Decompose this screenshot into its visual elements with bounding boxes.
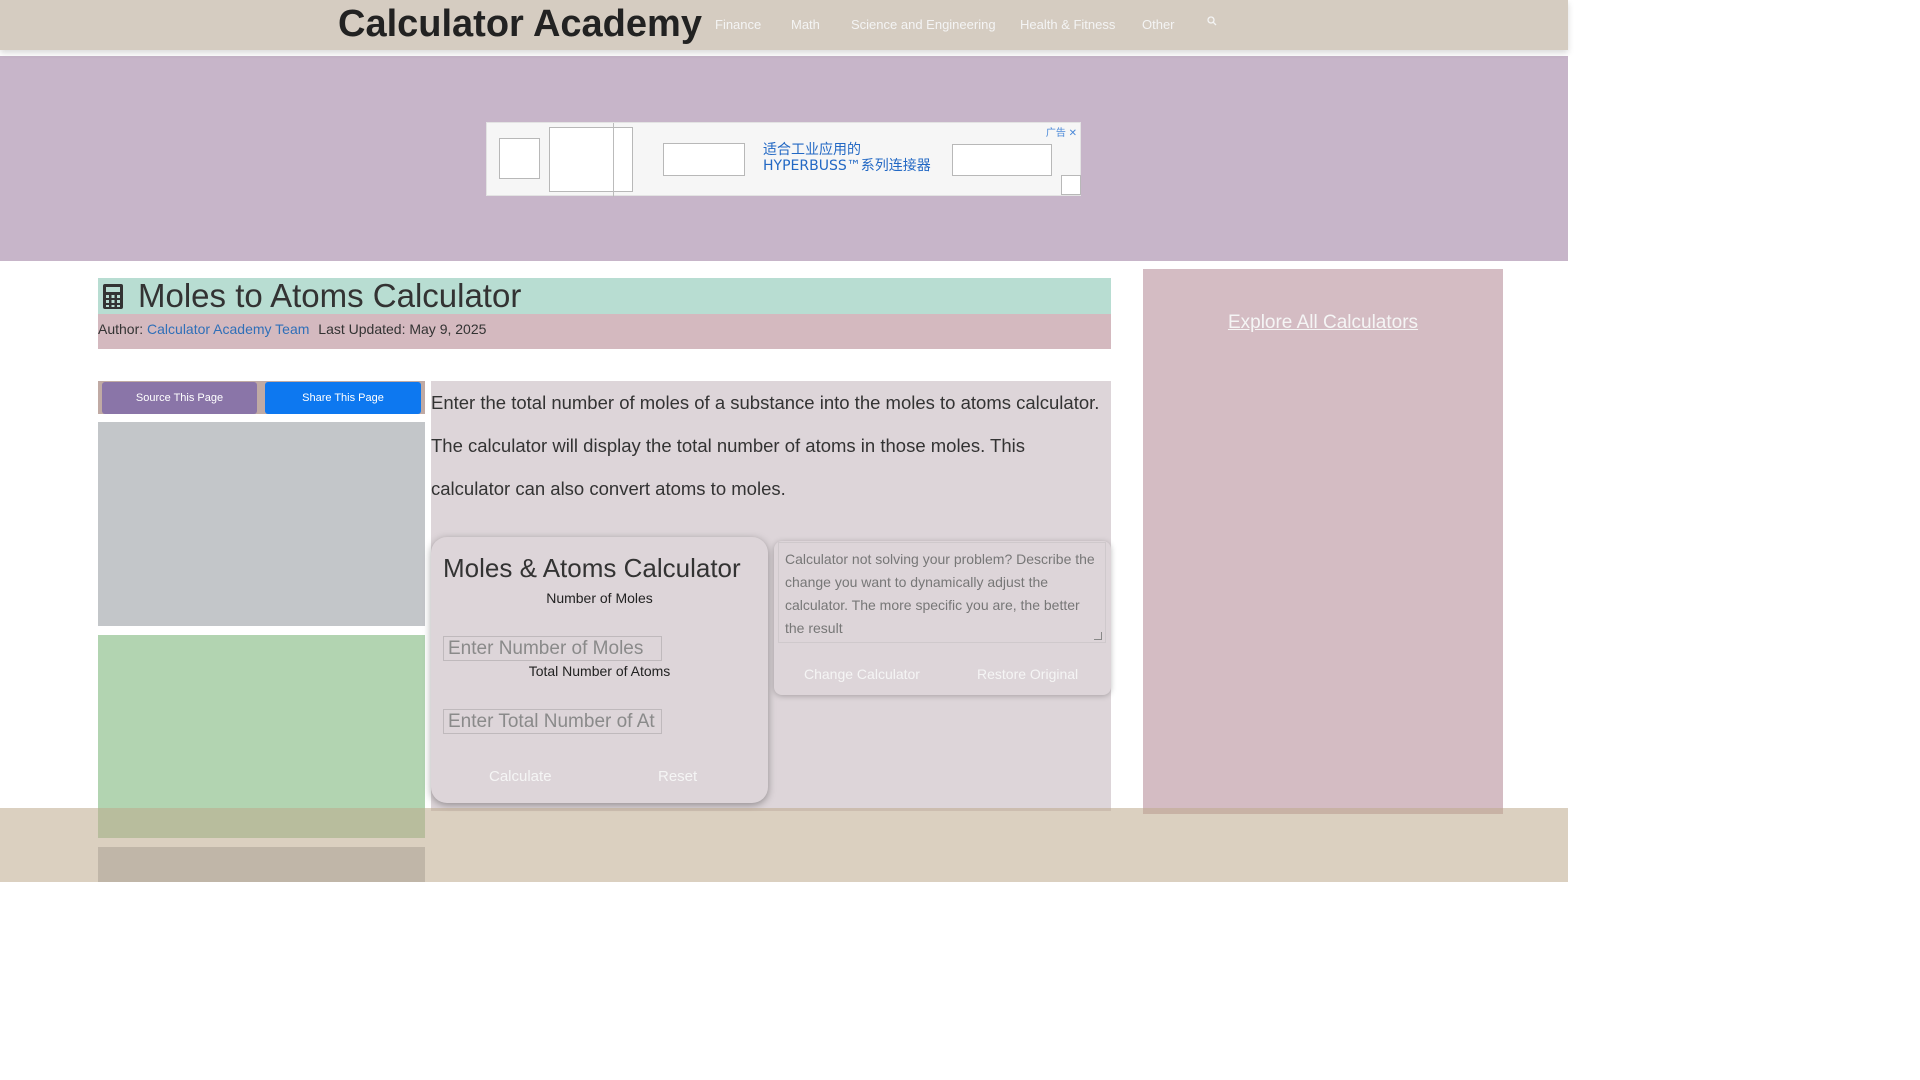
change-calculator-button[interactable]: Change Calculator <box>804 666 920 682</box>
ad-text-line2: HYPERBUSS™系列连接器 <box>763 158 931 174</box>
calculator-title: Moles & Atoms Calculator <box>443 553 741 583</box>
ad-text[interactable]: 适合工业应用的 HYPERBUSS™系列连接器 <box>763 142 931 174</box>
page-title: Moles to Atoms Calculator <box>138 277 522 314</box>
ad-image[interactable] <box>549 127 633 192</box>
ad-badge: 广告 <box>1045 128 1066 139</box>
calculator-icon <box>103 284 123 309</box>
ad-text-line1: 适合工业应用的 <box>763 142 861 158</box>
adjust-calculator-panel: Calculator not solving your problem? Des… <box>774 541 1111 695</box>
left-ad-slot <box>98 422 425 626</box>
source-this-page-button[interactable]: Source This Page <box>102 382 257 414</box>
reset-button[interactable]: Reset <box>658 768 697 785</box>
author-label: Author: <box>98 321 144 337</box>
site-logo[interactable]: Calculator Academy <box>338 3 702 46</box>
search-icon[interactable] <box>1207 15 1221 31</box>
calculate-button[interactable]: Calculate <box>489 768 552 785</box>
number-of-moles-input[interactable]: Enter Number of Moles <box>443 636 662 661</box>
ad-close-icon[interactable]: 广告 ✕ <box>1046 124 1077 139</box>
textarea-resize-handle[interactable] <box>1094 632 1102 640</box>
ad-divider <box>613 123 614 197</box>
ad-info-image[interactable] <box>1061 175 1081 195</box>
ad-image[interactable] <box>499 138 540 179</box>
nav-item-other[interactable]: Other <box>1142 17 1175 32</box>
explore-all-calculators-link[interactable]: Explore All Calculators <box>1143 312 1503 334</box>
ad-image[interactable] <box>952 144 1052 176</box>
adjust-calculator-textarea[interactable]: Calculator not solving your problem? Des… <box>778 542 1106 643</box>
right-sidebar: Explore All Calculators <box>1143 269 1503 814</box>
top-navigation: Calculator Academy Finance Math Science … <box>0 0 1568 50</box>
total-atoms-input[interactable]: Enter Total Number of At <box>443 709 662 734</box>
restore-original-button[interactable]: Restore Original <box>977 666 1078 682</box>
advertisement[interactable]: 适合工业应用的 HYPERBUSS™系列连接器 广告 ✕ <box>486 122 1081 197</box>
intro-paragraph: Enter the total number of moles of a sub… <box>431 392 1100 499</box>
total-atoms-label: Total Number of Atoms <box>528 663 671 679</box>
article-meta: Author: Calculator Academy Team Last Upd… <box>98 314 1111 349</box>
main-content: Enter the total number of moles of a sub… <box>431 381 1111 811</box>
number-of-moles-label: Number of Moles <box>546 590 653 606</box>
author-link[interactable]: Calculator Academy Team <box>147 321 309 337</box>
bottom-sticky-overlay <box>0 808 1568 882</box>
page-action-buttons: Source This Page Share This Page <box>98 381 425 414</box>
nav-item-finance[interactable]: Finance <box>715 17 761 32</box>
last-updated: Last Updated: May 9, 2025 <box>318 321 487 337</box>
share-this-page-button[interactable]: Share This Page <box>265 382 421 414</box>
nav-item-science-engineering[interactable]: Science and Engineering <box>851 17 996 32</box>
page-title-bar: Moles to Atoms Calculator <box>98 278 1111 314</box>
nav-item-health-fitness[interactable]: Health & Fitness <box>1020 17 1115 32</box>
calculator-card: Moles & Atoms Calculator Number of Moles… <box>431 537 768 803</box>
ad-image[interactable] <box>663 143 745 176</box>
nav-item-math[interactable]: Math <box>791 17 820 32</box>
close-icon[interactable]: ✕ <box>1069 128 1077 139</box>
